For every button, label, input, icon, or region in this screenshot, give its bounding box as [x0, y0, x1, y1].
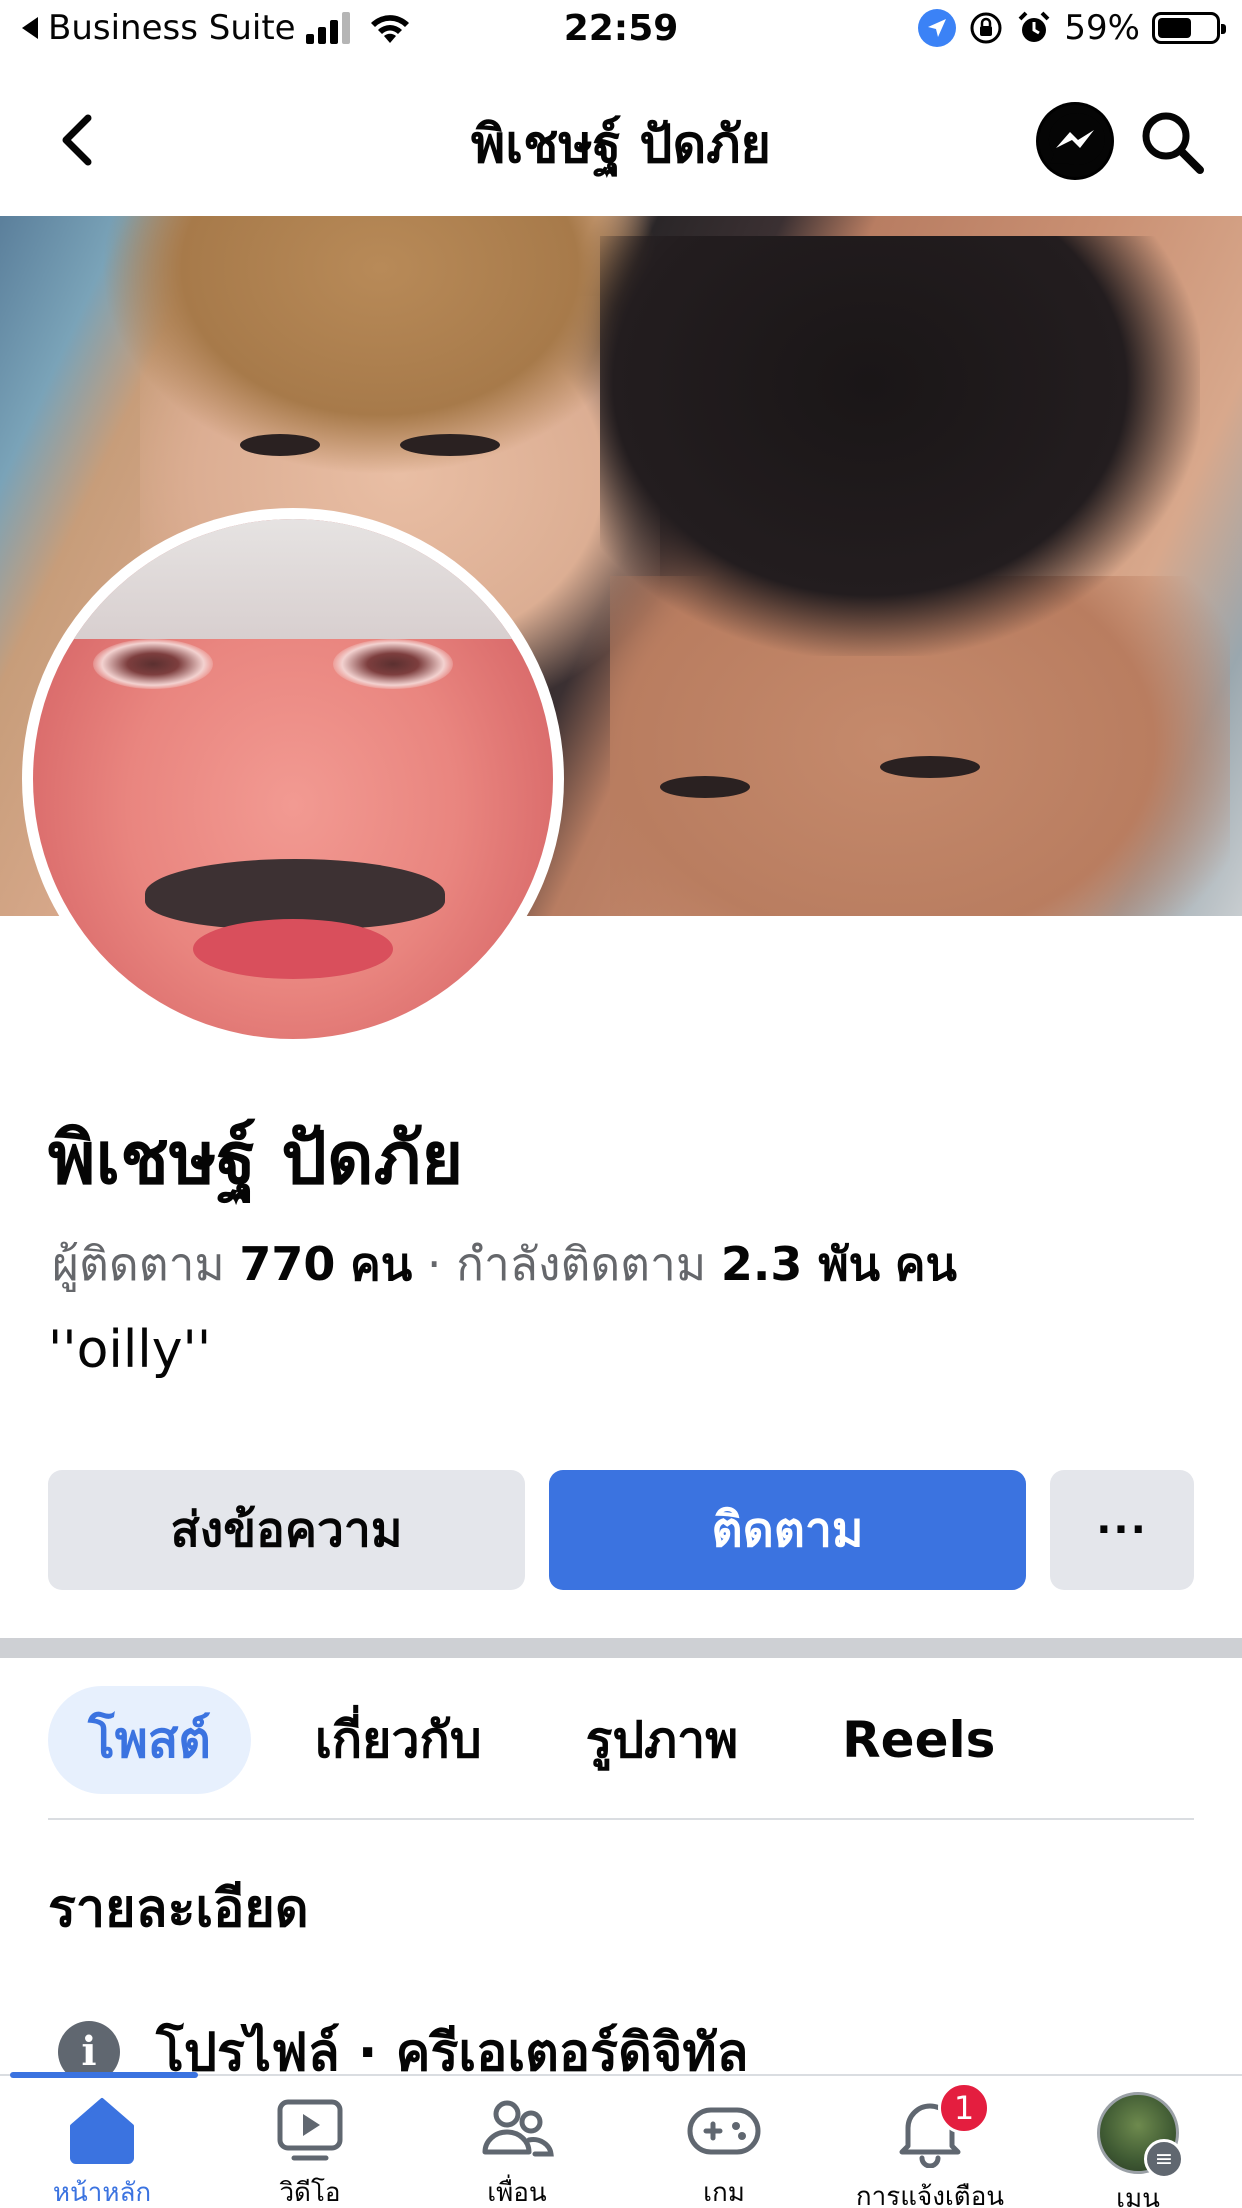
cover-eye [880, 756, 980, 778]
details-heading: รายละเอียด [48, 1879, 309, 1939]
avatar-photo [33, 519, 553, 1039]
cover-eye [400, 434, 500, 456]
avatar-hat [33, 519, 553, 639]
tab-about[interactable]: เกี่ยวกับ [275, 1686, 522, 1794]
friends-icon [482, 2100, 554, 2157]
profile-header: พิเชษฐ์ ปัดภัย [0, 62, 1242, 216]
search-icon[interactable] [1136, 106, 1208, 178]
followers-count: 770 [239, 1237, 336, 1291]
nav-friends-label: เพื่อน [487, 2178, 547, 2208]
avatar-eye [333, 639, 453, 689]
following-unit: คน [894, 1237, 957, 1291]
video-icon [277, 2099, 343, 2161]
nav-notifications[interactable]: 1 การแจ้งเตือน [830, 2082, 1030, 2208]
alarm-icon [1019, 11, 1050, 42]
section-divider [0, 1638, 1242, 1658]
cover-eye [660, 776, 750, 798]
tab-photos[interactable]: รูปภาพ [546, 1686, 779, 1794]
battery-icon [1152, 12, 1226, 44]
followers-unit: คน [350, 1237, 413, 1291]
tab-posts[interactable]: โพสต์ [48, 1686, 251, 1794]
profile-avatar[interactable] [22, 508, 564, 1050]
nav-notifications-label: การแจ้งเตือน [855, 2182, 1005, 2208]
location-icon [918, 9, 957, 47]
rotation-lock-icon [970, 12, 1002, 44]
nav-menu[interactable]: ≡ เมนู [1038, 2092, 1238, 2208]
profile-bio: ''oilly'' [48, 1320, 212, 1380]
bell-wrapper: 1 [892, 2082, 990, 2172]
profile-tabs: โพสต์ เกี่ยวกับ รูปภาพ Reels [48, 1686, 1059, 1794]
nav-friends[interactable]: เพื่อน [417, 2092, 617, 2208]
nav-gaming-label: เกม [703, 2178, 745, 2208]
menu-lines-icon: ≡ [1144, 2139, 1184, 2179]
avatar-eye [93, 639, 213, 689]
notification-badge: 1 [938, 2082, 990, 2134]
nav-menu-label: เมนู [1116, 2184, 1160, 2208]
messenger-icon[interactable] [1036, 102, 1114, 180]
followers-label: ผู้ติดตาม [52, 1237, 225, 1291]
home-icon [70, 2098, 134, 2164]
status-bar: Business Suite 22:59 59% [0, 0, 1242, 62]
bottom-tab-bar: หน้าหลัก วิดีโอ เพื่อน เกม 1 การแจ้งเตือ… [0, 2072, 1242, 2208]
stats-separator: · [426, 1237, 442, 1291]
nav-video-label: วิดีโอ [279, 2178, 341, 2208]
follow-stats[interactable]: ผู้ติดตาม 770 คน · กำลังติดตาม 2.3 พัน ค… [52, 1228, 957, 1301]
battery-percent: 59% [1064, 8, 1140, 48]
tabs-divider [48, 1818, 1194, 1820]
avatar-lips [193, 919, 393, 979]
cover-hair-right [600, 236, 1200, 656]
more-options-button[interactable]: ··· [1050, 1470, 1194, 1590]
nav-home[interactable]: หน้าหลัก [2, 2092, 202, 2208]
menu-avatar: ≡ [1097, 2092, 1184, 2179]
gaming-icon [687, 2107, 761, 2155]
tab-reels[interactable]: Reels [802, 1686, 1035, 1794]
message-button[interactable]: ส่งข้อความ [48, 1470, 525, 1590]
battery-level-fill [1158, 18, 1192, 38]
nav-gaming[interactable]: เกม [624, 2092, 824, 2208]
cover-hair-left [100, 216, 660, 476]
active-tab-indicator [10, 2072, 198, 2078]
following-count: 2.3 พัน [720, 1237, 881, 1291]
profile-name: พิเชษฐ์ ปัดภัย [48, 1116, 464, 1200]
following-label: กำลังติดตาม [456, 1237, 707, 1291]
nav-home-label: หน้าหลัก [52, 2178, 152, 2208]
follow-button[interactable]: ติดตาม [549, 1470, 1026, 1590]
cover-eye [240, 434, 320, 456]
nav-video[interactable]: วิดีโอ [210, 2092, 410, 2208]
